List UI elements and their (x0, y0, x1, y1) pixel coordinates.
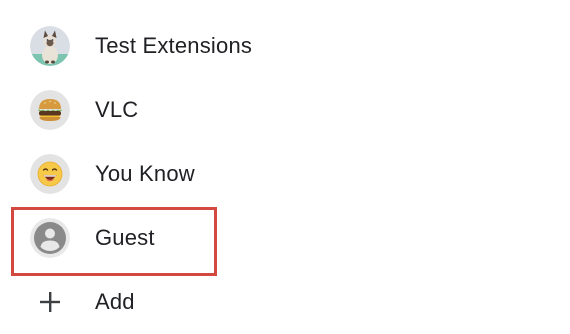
add-profile-button[interactable]: Add (0, 270, 570, 334)
profile-menu: Test Extensions VLC You Know Guest Add (0, 0, 570, 328)
profile-item-test-extensions[interactable]: Test Extensions (0, 14, 570, 78)
profile-label: Test Extensions (95, 33, 253, 58)
profile-label: Guest (95, 225, 155, 250)
plus-icon (38, 290, 62, 314)
laughing-face-avatar-icon (30, 154, 70, 194)
profile-item-vlc[interactable]: VLC (0, 78, 570, 142)
profile-label: You Know (95, 161, 195, 186)
profile-item-guest[interactable]: Guest (0, 206, 570, 270)
profile-item-you-know[interactable]: You Know (0, 142, 570, 206)
add-label: Add (95, 289, 135, 314)
profile-label: VLC (95, 97, 139, 122)
burger-avatar-icon (30, 90, 70, 130)
cat-avatar-icon (30, 26, 70, 66)
person-avatar-icon (30, 218, 70, 258)
